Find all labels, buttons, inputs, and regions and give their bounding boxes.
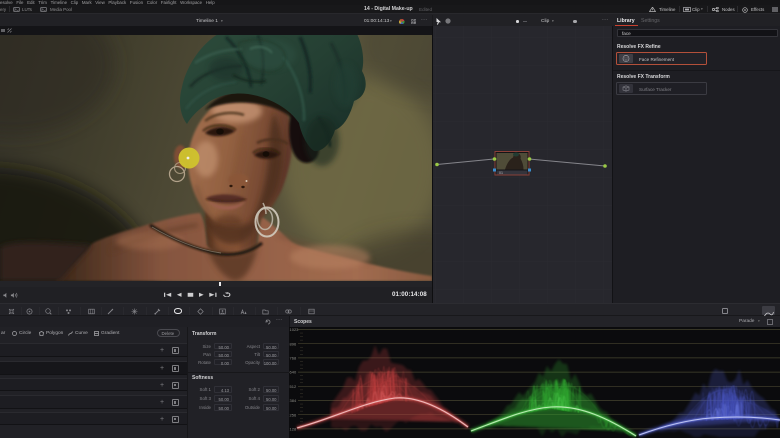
svg-text:768: 768 <box>290 356 297 361</box>
svg-text:1023: 1023 <box>290 327 300 332</box>
svg-text:01: 01 <box>499 171 503 175</box>
svg-text:384: 384 <box>290 398 297 403</box>
svg-text:896: 896 <box>290 341 297 346</box>
svg-text:512: 512 <box>290 384 297 389</box>
svg-text:640: 640 <box>290 370 297 375</box>
svg-text:128: 128 <box>290 427 297 432</box>
svg-text:256: 256 <box>290 412 297 417</box>
